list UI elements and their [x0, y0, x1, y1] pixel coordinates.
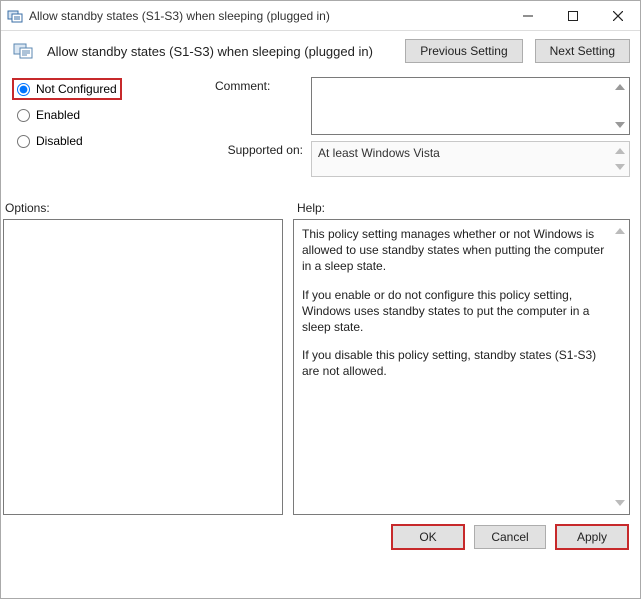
- chevron-down-icon[interactable]: [613, 160, 627, 174]
- chevron-up-icon[interactable]: [613, 224, 627, 238]
- comment-label: Comment:: [215, 77, 303, 93]
- comment-value: [312, 78, 629, 86]
- help-box: This policy setting manages whether or n…: [293, 219, 630, 515]
- footer: OK Cancel Apply: [1, 515, 640, 559]
- apply-button[interactable]: Apply: [556, 525, 628, 549]
- policy-icon: [11, 40, 39, 62]
- next-setting-button[interactable]: Next Setting: [535, 39, 630, 63]
- supported-on-value: At least Windows Vista: [318, 146, 440, 160]
- chevron-down-icon[interactable]: [613, 496, 627, 510]
- radio-enabled[interactable]: Enabled: [13, 105, 84, 125]
- header: Allow standby states (S1-S3) when sleepi…: [1, 31, 640, 75]
- maximize-button[interactable]: [550, 1, 595, 31]
- minimize-button[interactable]: [505, 1, 550, 31]
- cancel-button[interactable]: Cancel: [474, 525, 546, 549]
- options-box[interactable]: [3, 219, 283, 515]
- previous-setting-button[interactable]: Previous Setting: [405, 39, 522, 63]
- radio-disabled-input[interactable]: [17, 135, 30, 148]
- app-icon: [7, 8, 23, 24]
- supported-on-label: Supported on:: [215, 141, 303, 157]
- header-title: Allow standby states (S1-S3) when sleepi…: [47, 44, 397, 59]
- chevron-up-icon[interactable]: [613, 80, 627, 94]
- window-title: Allow standby states (S1-S3) when sleepi…: [29, 9, 505, 23]
- chevron-down-icon[interactable]: [613, 118, 627, 132]
- window-controls: [505, 1, 640, 30]
- options-label: Options:: [5, 201, 283, 215]
- supported-on-field: At least Windows Vista: [311, 141, 630, 177]
- radio-not-configured[interactable]: Not Configured: [13, 79, 121, 99]
- radio-disabled[interactable]: Disabled: [13, 131, 87, 151]
- radio-disabled-label: Disabled: [36, 134, 83, 148]
- radio-enabled-input[interactable]: [17, 109, 30, 122]
- comment-field[interactable]: [311, 77, 630, 135]
- ok-button[interactable]: OK: [392, 525, 464, 549]
- help-paragraph-2: If you enable or do not configure this p…: [302, 287, 613, 336]
- titlebar: Allow standby states (S1-S3) when sleepi…: [1, 1, 640, 31]
- radio-not-configured-input[interactable]: [17, 83, 30, 96]
- radio-not-configured-label: Not Configured: [36, 82, 117, 96]
- help-paragraph-1: This policy setting manages whether or n…: [302, 226, 613, 275]
- chevron-up-icon[interactable]: [613, 144, 627, 158]
- help-label: Help:: [295, 201, 630, 215]
- help-paragraph-3: If you disable this policy setting, stan…: [302, 347, 613, 379]
- radio-enabled-label: Enabled: [36, 108, 80, 122]
- close-button[interactable]: [595, 1, 640, 31]
- state-radio-group: Not Configured Enabled Disabled: [11, 75, 211, 183]
